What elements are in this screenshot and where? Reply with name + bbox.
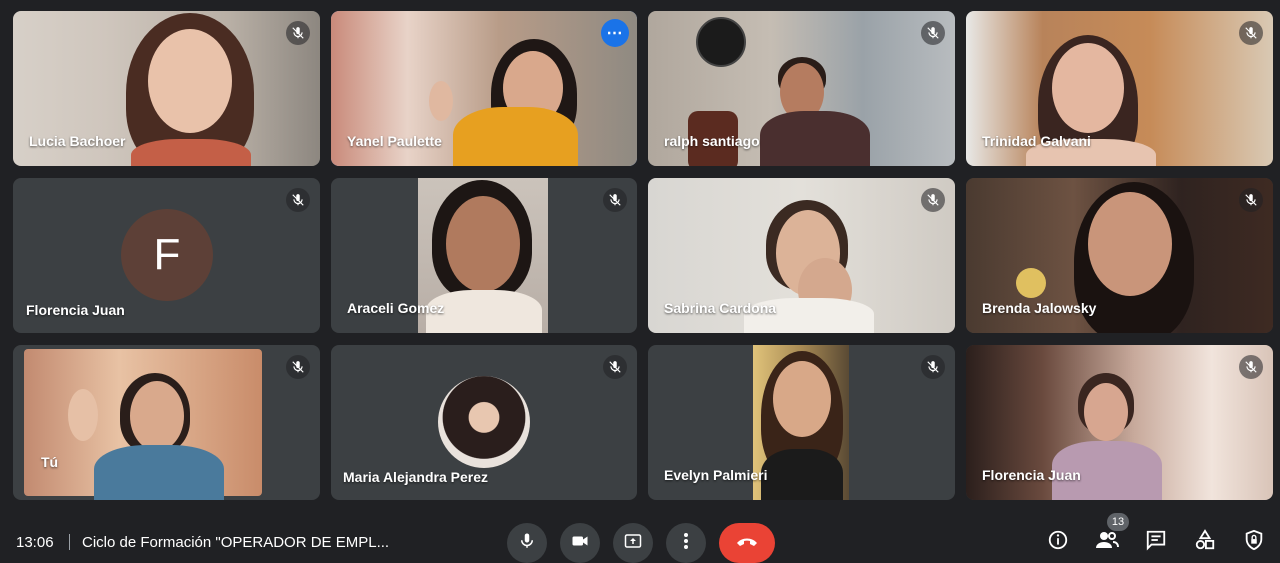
participant-tile[interactable]: Araceli Gomez: [331, 178, 637, 333]
chat-icon: [1145, 529, 1167, 556]
end-call-icon: [735, 534, 759, 552]
camera-icon: [570, 532, 590, 555]
avatar: [438, 376, 530, 468]
mic-off-icon: [1239, 188, 1263, 212]
participant-name: Maria Alejandra Perez: [343, 469, 488, 485]
participant-name: Tú: [41, 454, 59, 470]
participant-tile[interactable]: Tú: [13, 345, 320, 500]
video-feed: [24, 349, 262, 500]
participant-tile[interactable]: Florencia Juan: [966, 345, 1273, 500]
info-icon: [1047, 529, 1069, 556]
participant-name: Evelyn Palmieri: [664, 467, 768, 483]
participant-tile[interactable]: ralph santiago: [648, 11, 955, 166]
participant-name: Florencia Juan: [26, 302, 125, 318]
chat-button[interactable]: [1142, 528, 1170, 556]
mic-off-icon: [1239, 355, 1263, 379]
mic-button[interactable]: [507, 523, 547, 563]
people-count-badge: 13: [1107, 513, 1129, 531]
camera-button[interactable]: [560, 523, 600, 563]
meeting-details-button[interactable]: [1044, 528, 1072, 556]
mic-off-icon: [603, 355, 627, 379]
bottom-bar: 13:06 Ciclo de Formación "OPERADOR DE EM…: [0, 516, 1280, 563]
participant-tile[interactable]: Lucia Bachoer: [13, 11, 320, 166]
participant-tile[interactable]: F Florencia Juan: [13, 178, 320, 333]
participant-tile[interactable]: Maria Alejandra Perez: [331, 345, 637, 500]
participant-grid: Lucia Bachoer Yanel Paulette ⋯ ralph san…: [13, 11, 1273, 500]
participant-tile[interactable]: Trinidad Galvani: [966, 11, 1273, 166]
participant-name: ralph santiago: [664, 133, 760, 149]
end-call-button[interactable]: [719, 523, 775, 563]
avatar: F: [121, 209, 213, 301]
participant-name: Yanel Paulette: [347, 133, 442, 149]
participant-name: Sabrina Cardona: [664, 300, 777, 316]
people-button[interactable]: [1093, 528, 1121, 556]
mic-off-icon: [286, 21, 310, 45]
more-options-button[interactable]: ⋯: [601, 19, 629, 47]
participant-tile[interactable]: Brenda Jalowsky: [966, 178, 1273, 333]
divider: [69, 534, 70, 550]
participant-name: Lucia Bachoer: [29, 133, 126, 149]
present-button[interactable]: [613, 523, 653, 563]
clock-time: 13:06: [16, 534, 54, 551]
present-icon: [623, 532, 643, 555]
host-controls-icon: [1243, 529, 1265, 556]
mic-off-icon: [1239, 21, 1263, 45]
more-options-button[interactable]: [666, 523, 706, 563]
participant-name: Araceli Gomez: [347, 300, 445, 316]
mic-off-icon: [286, 355, 310, 379]
participant-name: Brenda Jalowsky: [982, 300, 1097, 316]
participant-name: Florencia Juan: [982, 467, 1081, 483]
more-vert-icon: [683, 532, 689, 555]
host-controls-button[interactable]: [1240, 528, 1268, 556]
participant-name: Trinidad Galvani: [982, 133, 1091, 149]
mic-off-icon: [921, 355, 945, 379]
participant-tile[interactable]: Yanel Paulette ⋯: [331, 11, 637, 166]
mic-off-icon: [286, 188, 310, 212]
mic-off-icon: [921, 21, 945, 45]
activities-button[interactable]: [1191, 528, 1219, 556]
people-icon: [1095, 530, 1119, 555]
meeting-title: Ciclo de Formación "OPERADOR DE EMPL...: [82, 534, 390, 551]
participant-tile[interactable]: Sabrina Cardona: [648, 178, 955, 333]
participant-tile[interactable]: Evelyn Palmieri: [648, 345, 955, 500]
activities-icon: [1194, 528, 1216, 556]
mic-off-icon: [921, 188, 945, 212]
mic-icon: [518, 532, 536, 555]
mic-off-icon: [603, 188, 627, 212]
